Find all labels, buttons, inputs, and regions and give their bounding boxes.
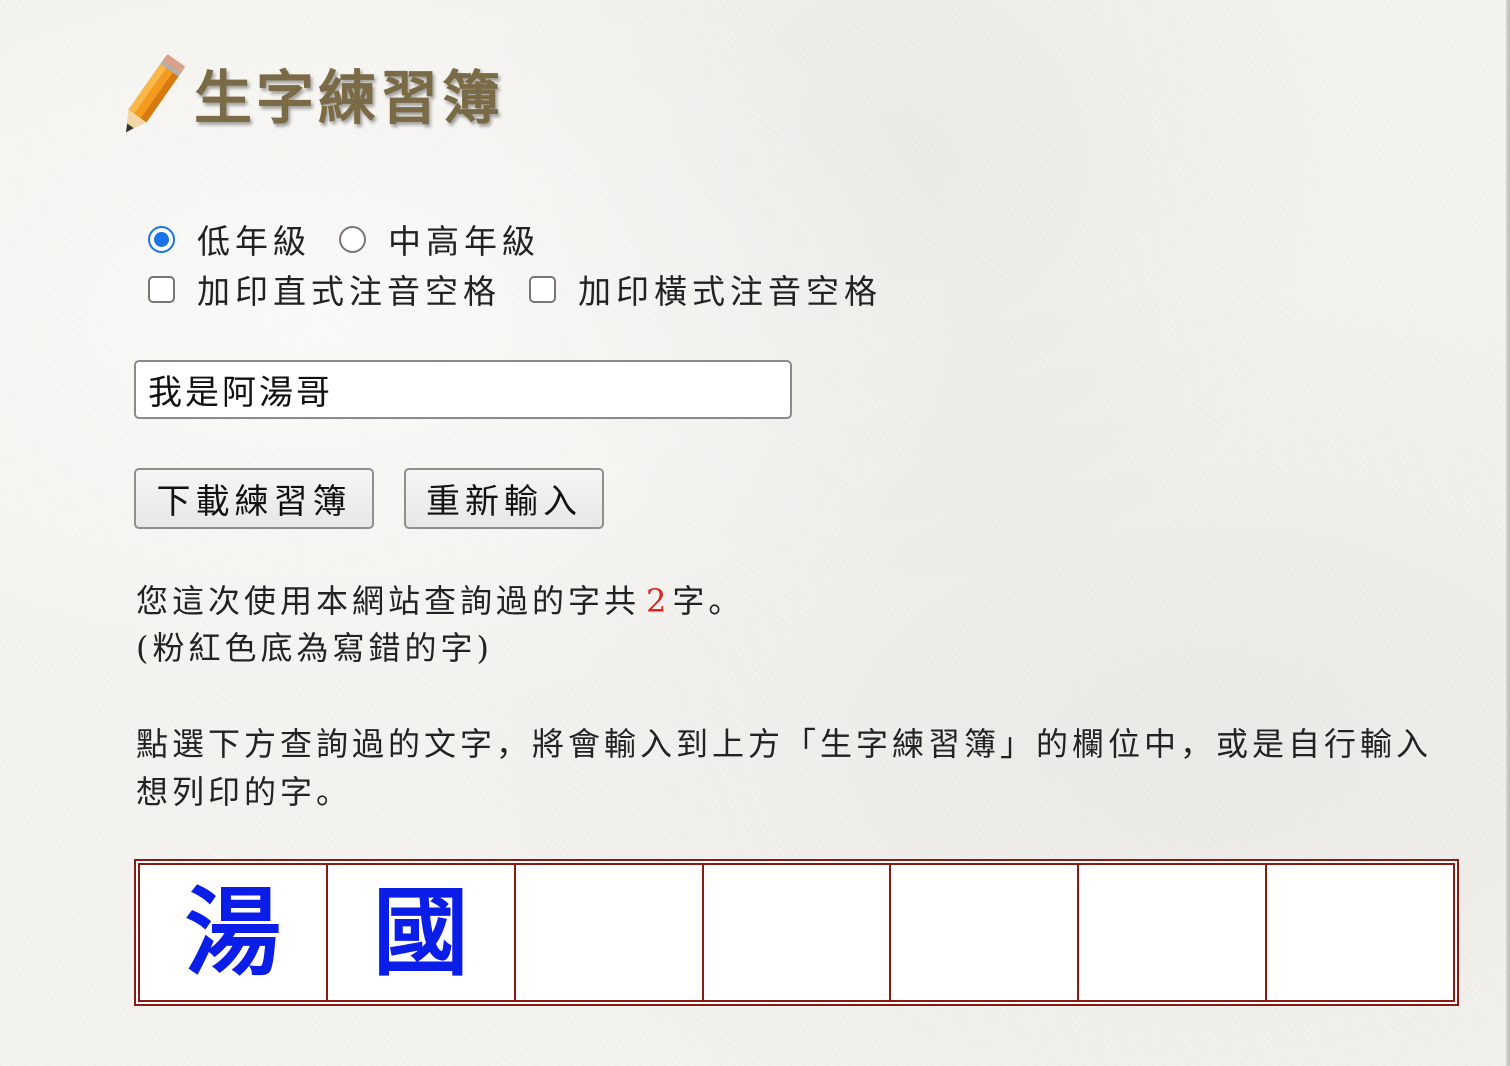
radio-mid-high-grade[interactable] — [339, 225, 366, 253]
checkbox-horizontal-zhuyin-label[interactable]: 加印橫式注音空格 — [578, 265, 882, 313]
checkbox-horizontal-zhuyin[interactable] — [529, 275, 556, 303]
checkbox-vertical-zhuyin[interactable] — [148, 275, 175, 303]
char-cell[interactable] — [701, 863, 892, 1002]
pencil-icon — [112, 52, 188, 144]
query-count-line: 您這次使用本網站查詢過的字共 2 字。 — [136, 578, 744, 625]
radio-low-grade[interactable] — [148, 225, 175, 253]
site-logo[interactable]: 生字練習簿 — [112, 52, 504, 144]
radio-mid-high-grade-label[interactable]: 中高年級 — [388, 215, 540, 263]
queried-char-grid: 湯 國 — [134, 859, 1459, 1006]
query-count-suffix: 字。 — [672, 582, 745, 620]
zhuyin-options: 加印直式注音空格 加印橫式注音空格 — [144, 264, 906, 314]
query-summary: 您這次使用本網站查詢過的字共 2 字。 (粉紅色底為寫錯的字) — [136, 578, 744, 672]
char-cell[interactable] — [889, 863, 1080, 1002]
char-cell[interactable] — [1077, 863, 1268, 1002]
reset-input-button[interactable]: 重新輸入 — [404, 468, 604, 529]
char-cell[interactable] — [513, 863, 704, 1002]
char-cell[interactable]: 湯 — [138, 863, 328, 1002]
instruction-text: 點選下方查詢過的文字，將會輸入到上方「生字練習簿」的欄位中，或是自行輸入想列印的… — [136, 725, 1433, 811]
page-edge — [1506, 0, 1510, 1066]
wrong-char-note: (粉紅色底為寫錯的字) — [136, 629, 493, 667]
grade-options: 低年級 中高年級 — [144, 214, 906, 264]
radio-low-grade-label[interactable]: 低年級 — [197, 215, 311, 263]
checkbox-vertical-zhuyin-label[interactable]: 加印直式注音空格 — [197, 265, 501, 313]
char-cell[interactable]: 國 — [325, 863, 516, 1002]
download-workbook-button[interactable]: 下載練習簿 — [134, 468, 374, 529]
characters-input[interactable] — [134, 360, 792, 419]
print-options: 低年級 中高年級 加印直式注音空格 加印橫式注音空格 — [144, 214, 906, 314]
char-cell[interactable] — [1265, 863, 1456, 1002]
query-count-prefix: 您這次使用本網站查詢過的字共 — [136, 582, 641, 620]
site-title: 生字練習簿 — [194, 64, 505, 132]
query-count: 2 — [646, 582, 667, 620]
